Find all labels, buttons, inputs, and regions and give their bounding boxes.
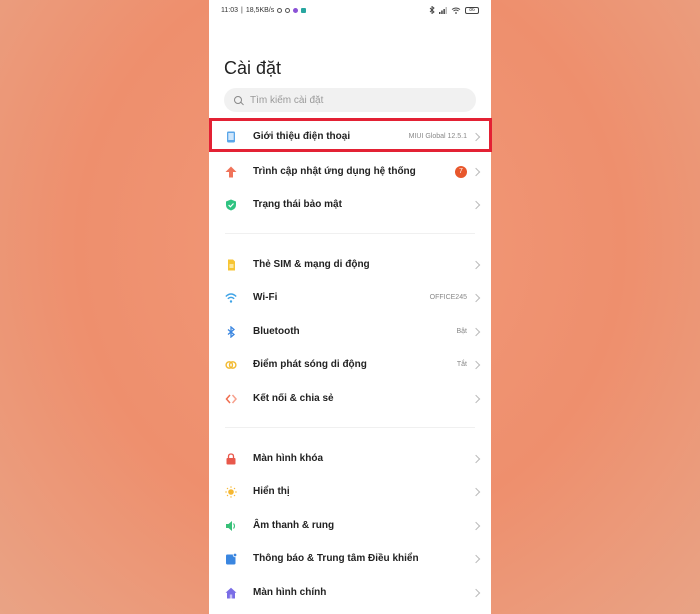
settings-item-mobile-hotspot[interactable]: Điểm phát sóng di động Tắt (209, 348, 491, 381)
page-title: Cài đặt (224, 58, 282, 78)
connection-share-icon (225, 394, 237, 403)
section-divider (225, 233, 475, 234)
settings-item-connection-sharing[interactable]: Kết nối & chia sẻ (209, 382, 491, 415)
status-network-speed: 18,5KB/s (245, 6, 275, 14)
chevron-right-icon (471, 394, 481, 403)
chevron-right-icon (471, 454, 481, 463)
sun-icon (225, 485, 237, 498)
chevron-right-icon (471, 260, 481, 269)
settings-item-home-screen[interactable]: Màn hình chính (209, 576, 491, 609)
settings-item-display[interactable]: Hiển thị (209, 475, 491, 508)
chevron-right-icon (471, 360, 481, 369)
lock-icon (226, 452, 236, 464)
highlight-box (209, 118, 492, 152)
chevron-right-icon (471, 554, 481, 563)
settings-item-sim-mobile-network[interactable]: Thẻ SIM & mạng di động (209, 248, 491, 281)
signal-icon (439, 6, 447, 14)
chevron-right-icon (471, 487, 481, 496)
battery-icon: 86 (465, 6, 479, 14)
update-arrow-icon (225, 166, 237, 177)
wifi-status-icon (451, 7, 461, 14)
settings-item-bluetooth[interactable]: Bluetooth Bật (209, 315, 491, 348)
bluetooth-status-icon (429, 6, 435, 14)
settings-item-wifi[interactable]: Wi-Fi OFFICE245 (209, 281, 491, 314)
chevron-right-icon (471, 293, 481, 302)
shield-icon (226, 199, 236, 210)
messenger-icon (293, 7, 299, 13)
bluetooth-icon (227, 325, 236, 338)
search-icon (234, 96, 242, 104)
search-input[interactable]: Tìm kiếm cài đặt (224, 88, 476, 112)
chevron-right-icon (471, 200, 481, 209)
chevron-right-icon (471, 521, 481, 530)
hotspot-icon (225, 360, 237, 369)
update-count-badge: 7 (455, 165, 467, 178)
settings-item-notifications-control-center[interactable]: Thông báo & Trung tâm Điều khiển (209, 542, 491, 575)
chevron-right-icon (471, 588, 481, 597)
status-bar: 11:03 | 18,5KB/s 86 (209, 0, 491, 20)
chevron-right-icon (471, 327, 481, 336)
settings-item-system-app-updater[interactable]: Trình cập nhật ứng dụng hệ thống 7 (209, 155, 491, 188)
gear-status-icon (277, 7, 283, 13)
home-icon (225, 587, 237, 598)
sim-card-icon (228, 259, 235, 270)
status-time: 11:03 (221, 6, 238, 14)
speaker-icon (226, 520, 236, 531)
app-notification-icon (301, 7, 307, 13)
settings-screen: 11:03 | 18,5KB/s 86 Cài đặt Tìm kiếm cài… (209, 0, 491, 614)
chevron-right-icon (471, 167, 481, 176)
search-placeholder: Tìm kiếm cài đặt (250, 94, 324, 106)
settings-item-lock-screen[interactable]: Màn hình khóa (209, 442, 491, 475)
section-divider (225, 427, 475, 428)
notification-icon (226, 552, 237, 564)
settings-item-sound-vibration[interactable]: Âm thanh & rung (209, 509, 491, 542)
wifi-icon (225, 292, 237, 303)
alarm-icon (285, 7, 291, 13)
settings-item-security-status[interactable]: Trạng thái bảo mật (209, 188, 491, 221)
